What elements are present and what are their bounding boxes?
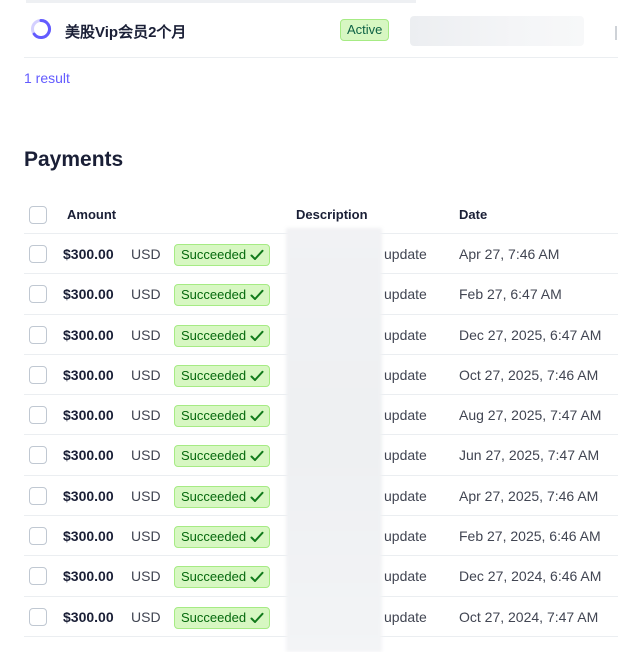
status-badge: Succeeded <box>174 405 270 428</box>
row-checkbox[interactable] <box>29 285 47 304</box>
payment-date: Aug 27, 2025, 7:47 AM <box>459 407 602 424</box>
payment-amount: $300.00 <box>63 608 114 625</box>
payment-amount: $300.00 <box>63 447 114 464</box>
check-icon <box>250 572 264 583</box>
check-icon <box>250 330 264 341</box>
status-badge: Succeeded <box>174 566 270 589</box>
payment-description: update <box>384 407 427 424</box>
status-badge: Succeeded <box>174 324 270 347</box>
check-icon <box>250 249 264 260</box>
status-label: Succeeded <box>181 569 247 585</box>
status-label: Succeeded <box>181 488 247 504</box>
subscription-name[interactable]: 美股Vip会员2个月 <box>65 21 186 42</box>
payment-description: update <box>384 366 427 383</box>
payment-amount: $300.00 <box>63 407 114 424</box>
payment-date: Apr 27, 2025, 7:46 AM <box>459 487 599 504</box>
column-header-amount[interactable]: Amount <box>67 207 116 222</box>
status-badge: Succeeded <box>174 284 270 307</box>
payment-amount: $300.00 <box>63 246 114 262</box>
status-label: Succeeded <box>181 287 247 303</box>
payment-amount: $300.00 <box>63 528 114 545</box>
row-checkbox[interactable] <box>29 607 47 626</box>
status-label: Succeeded <box>181 529 247 545</box>
payment-description: update <box>384 608 427 625</box>
status-label: Succeeded <box>181 247 247 262</box>
payment-description: update <box>384 528 427 545</box>
status-label: Succeeded <box>181 367 247 383</box>
status-label: Succeeded <box>181 448 247 464</box>
payment-amount: $300.00 <box>63 326 114 343</box>
row-checkbox[interactable] <box>29 245 47 263</box>
status-badge: Succeeded <box>174 445 270 468</box>
payment-date: Oct 27, 2024, 7:47 AM <box>459 608 599 625</box>
payment-description: update <box>384 447 427 464</box>
progress-ring-icon <box>31 19 51 39</box>
check-icon <box>250 410 264 422</box>
row-checkbox[interactable] <box>29 486 47 505</box>
redacted-description <box>286 228 382 652</box>
payment-currency: USD <box>131 487 161 504</box>
status-label: Succeeded <box>181 609 247 625</box>
payment-date: Oct 27, 2025, 7:46 AM <box>459 366 599 383</box>
payment-description: update <box>384 246 427 262</box>
payment-currency: USD <box>131 608 161 625</box>
top-divider <box>26 0 416 3</box>
column-header-description[interactable]: Description <box>296 207 368 222</box>
check-icon <box>250 290 264 301</box>
check-icon <box>250 531 264 543</box>
subscription-detail-page: 美股Vip会员2个月 Active 1 result Payments Amou… <box>0 0 618 652</box>
row-checkbox[interactable] <box>29 567 47 586</box>
payment-currency: USD <box>131 528 161 545</box>
payment-date: Apr 27, 7:46 AM <box>459 246 560 262</box>
payment-date: Feb 27, 2025, 6:46 AM <box>459 528 601 545</box>
result-count: 1 result <box>24 70 70 86</box>
payment-amount: $300.00 <box>63 366 114 383</box>
status-label: Succeeded <box>181 327 247 343</box>
status-badge: Succeeded <box>174 526 270 549</box>
payment-description: update <box>384 326 427 343</box>
payment-currency: USD <box>131 246 161 262</box>
payment-date: Jun 27, 2025, 7:47 AM <box>459 447 600 464</box>
payment-amount: $300.00 <box>63 487 114 504</box>
check-icon <box>250 451 264 462</box>
row-checkbox[interactable] <box>29 446 47 465</box>
payment-description: update <box>384 487 427 504</box>
payment-currency: USD <box>131 568 161 585</box>
check-icon <box>250 370 264 381</box>
status-label: Succeeded <box>181 408 247 424</box>
payment-currency: USD <box>131 366 161 383</box>
payment-date: Dec 27, 2025, 6:47 AM <box>459 326 602 343</box>
status-badge: Succeeded <box>174 485 270 508</box>
payment-amount: $300.00 <box>63 568 114 585</box>
status-badge: Active <box>340 19 390 41</box>
payment-currency: USD <box>131 326 161 343</box>
payment-currency: USD <box>131 407 161 424</box>
payment-date: Feb 27, 6:47 AM <box>459 286 562 303</box>
payment-amount: $300.00 <box>63 286 114 303</box>
payment-currency: USD <box>131 447 161 464</box>
column-header-date[interactable]: Date <box>459 207 487 222</box>
check-icon <box>250 612 264 623</box>
check-icon <box>250 491 264 502</box>
status-badge: Succeeded <box>174 606 270 629</box>
payment-description: update <box>384 568 427 585</box>
row-checkbox[interactable] <box>29 527 47 546</box>
status-badge: Succeeded <box>174 244 270 266</box>
row-checkbox[interactable] <box>29 325 47 344</box>
row-checkbox[interactable] <box>29 406 47 425</box>
row-checkbox[interactable] <box>29 365 47 384</box>
status-badge: Succeeded <box>174 364 270 387</box>
redacted-field <box>410 16 584 46</box>
select-all-checkbox[interactable] <box>29 206 47 224</box>
payment-date: Dec 27, 2024, 6:46 AM <box>459 568 602 585</box>
payment-description: update <box>384 286 427 303</box>
payment-currency: USD <box>131 286 161 303</box>
subscription-row[interactable]: 美股Vip会员2个月 Active <box>24 4 618 58</box>
section-title: Payments <box>24 148 124 171</box>
row-edge-mark <box>615 26 617 40</box>
